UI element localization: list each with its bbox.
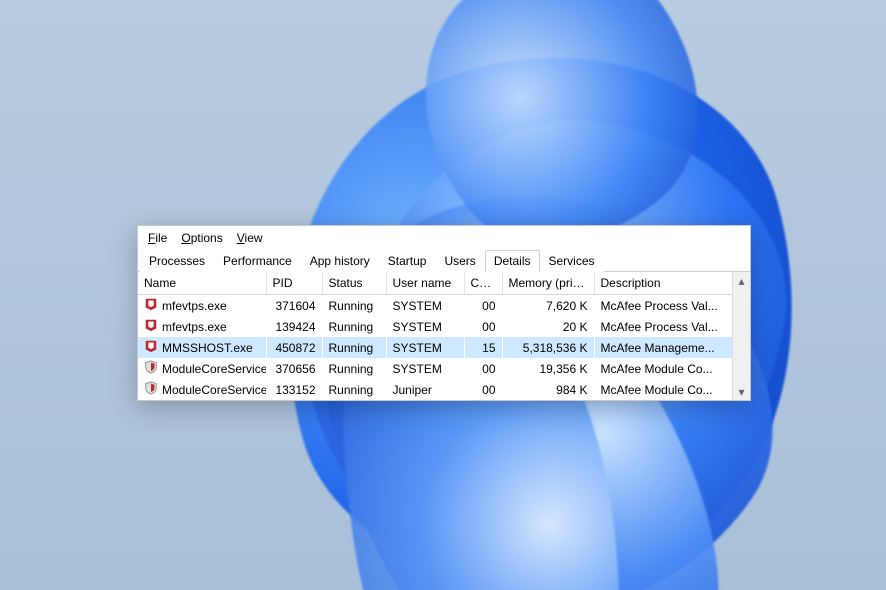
- process-description: McAfee Module Co...: [594, 379, 733, 400]
- process-description: McAfee Process Val...: [594, 316, 733, 337]
- process-pid: 133152: [266, 379, 322, 400]
- process-name: ModuleCoreService.exe: [162, 362, 266, 376]
- col-header-pid[interactable]: PID: [266, 272, 322, 295]
- vertical-scrollbar[interactable]: ▴ ▾: [732, 272, 750, 400]
- tab-performance[interactable]: Performance: [214, 250, 301, 272]
- desktop-wallpaper: File Options View ProcessesPerformanceAp…: [0, 0, 886, 590]
- process-name: ModuleCoreService.exe: [162, 383, 266, 397]
- process-name: MMSSHOST.exe: [162, 341, 253, 355]
- process-icon: [144, 339, 158, 356]
- process-user: SYSTEM: [386, 358, 464, 379]
- col-header-desc[interactable]: Description: [594, 272, 733, 295]
- task-manager-window: File Options View ProcessesPerformanceAp…: [137, 225, 751, 401]
- table-row[interactable]: MMSSHOST.exe 450872RunningSYSTEM155,318,5…: [138, 337, 733, 358]
- process-memory: 19,356 K: [502, 358, 594, 379]
- process-icon: [144, 360, 158, 377]
- process-user: Juniper: [386, 379, 464, 400]
- table-row[interactable]: mfevtps.exe 139424RunningSYSTEM0020 KMcAf…: [138, 316, 733, 337]
- process-user: SYSTEM: [386, 337, 464, 358]
- process-cpu: 00: [464, 295, 502, 317]
- process-cpu: 15: [464, 337, 502, 358]
- col-header-mem[interactable]: Memory (privat...: [502, 272, 594, 295]
- menu-view[interactable]: View: [231, 229, 269, 247]
- process-status: Running: [322, 358, 386, 379]
- tab-services[interactable]: Services: [540, 250, 604, 272]
- process-icon: [144, 318, 158, 335]
- scroll-down-button[interactable]: ▾: [733, 383, 750, 400]
- process-description: McAfee Manageme...: [594, 337, 733, 358]
- process-status: Running: [322, 295, 386, 317]
- table-row[interactable]: ModuleCoreService.exe370656RunningSYSTEM…: [138, 358, 733, 379]
- process-pid: 139424: [266, 316, 322, 337]
- process-icon: [144, 381, 158, 398]
- menu-file[interactable]: File: [142, 229, 173, 247]
- tab-processes[interactable]: Processes: [140, 250, 214, 272]
- col-header-user[interactable]: User name: [386, 272, 464, 295]
- process-cpu: 00: [464, 379, 502, 400]
- process-name: mfevtps.exe: [162, 299, 227, 313]
- col-header-name[interactable]: Name: [138, 272, 266, 295]
- process-memory: 984 K: [502, 379, 594, 400]
- tab-details[interactable]: Details: [485, 250, 540, 272]
- menu-bar: File Options View: [138, 226, 750, 249]
- process-status: Running: [322, 316, 386, 337]
- process-name: mfevtps.exe: [162, 320, 227, 334]
- details-table: Name PID Status User name CPU Memory (pr…: [138, 272, 733, 400]
- process-cpu: 00: [464, 316, 502, 337]
- process-status: Running: [322, 337, 386, 358]
- process-status: Running: [322, 379, 386, 400]
- table-header-row: Name PID Status User name CPU Memory (pr…: [138, 272, 733, 295]
- process-icon: [144, 297, 158, 314]
- process-user: SYSTEM: [386, 295, 464, 317]
- col-header-status[interactable]: Status: [322, 272, 386, 295]
- col-header-cpu[interactable]: CPU: [464, 272, 502, 295]
- process-memory: 20 K: [502, 316, 594, 337]
- process-cpu: 00: [464, 358, 502, 379]
- tab-users[interactable]: Users: [435, 250, 484, 272]
- tab-startup[interactable]: Startup: [379, 250, 436, 272]
- table-row[interactable]: mfevtps.exe 371604RunningSYSTEM007,620 KM…: [138, 295, 733, 317]
- tab-row: ProcessesPerformanceApp historyStartupUs…: [138, 249, 750, 272]
- process-pid: 450872: [266, 337, 322, 358]
- scroll-up-button[interactable]: ▴: [733, 272, 750, 289]
- table-row[interactable]: ModuleCoreService.exe133152RunningJunipe…: [138, 379, 733, 400]
- process-memory: 7,620 K: [502, 295, 594, 317]
- menu-options[interactable]: Options: [175, 229, 228, 247]
- details-table-wrap: Name PID Status User name CPU Memory (pr…: [138, 272, 750, 400]
- process-memory: 5,318,536 K: [502, 337, 594, 358]
- tab-app-history[interactable]: App history: [301, 250, 379, 272]
- process-user: SYSTEM: [386, 316, 464, 337]
- process-pid: 371604: [266, 295, 322, 317]
- process-description: McAfee Module Co...: [594, 358, 733, 379]
- process-pid: 370656: [266, 358, 322, 379]
- process-description: McAfee Process Val...: [594, 295, 733, 317]
